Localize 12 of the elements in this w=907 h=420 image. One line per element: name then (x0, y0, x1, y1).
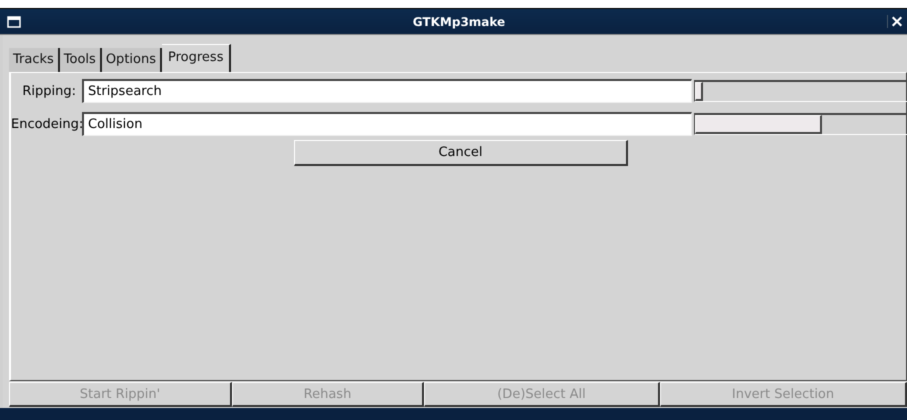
tab[interactable]: Options (102, 48, 162, 72)
text-field[interactable]: Collision (82, 112, 692, 136)
window-title: GTKMp3make (412, 14, 506, 28)
field-label: Ripping: (21, 84, 77, 98)
field-label: Encodeing: (11, 116, 82, 132)
close-icon[interactable] (887, 15, 903, 28)
window-menu-icon[interactable] (7, 16, 21, 28)
tab[interactable]: Tools (60, 48, 102, 72)
tab[interactable]: Tracks (9, 48, 60, 72)
text-field[interactable]: Stripsearch (82, 79, 692, 103)
cancel-button[interactable]: Cancel (294, 140, 628, 166)
tab[interactable]: Progress (162, 44, 232, 72)
